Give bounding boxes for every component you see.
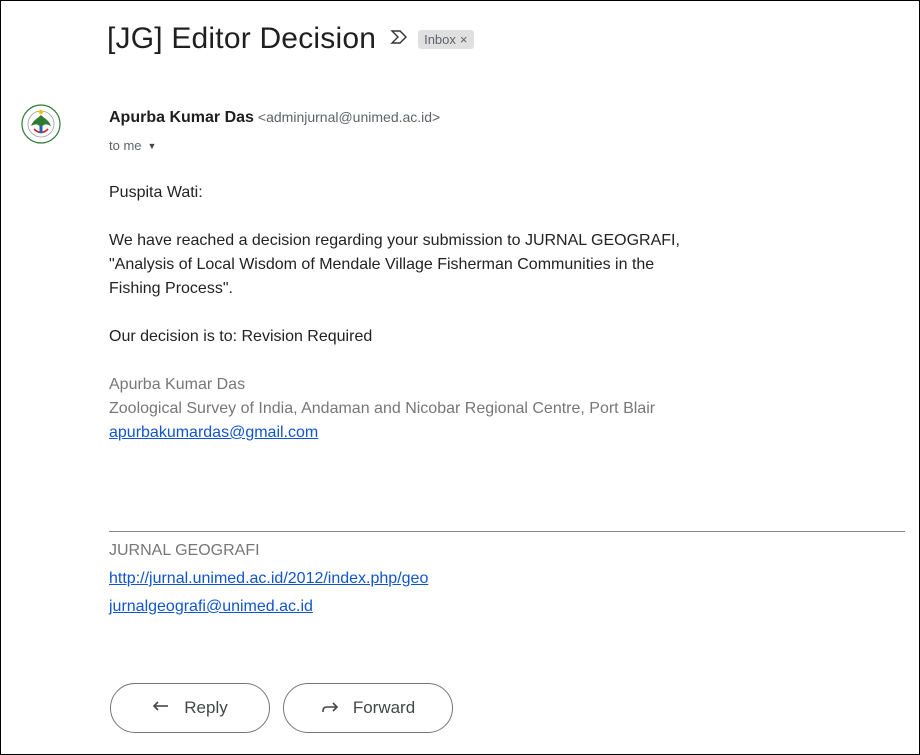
- email-body: Puspita Wati: We have reached a decision…: [109, 181, 869, 445]
- recipient-row[interactable]: to me ▼: [109, 138, 156, 153]
- inbox-label-chip[interactable]: Inbox ×: [418, 29, 474, 49]
- subject-row: [JG] Editor Decision Inbox ×: [107, 19, 474, 59]
- inbox-label-text: Inbox: [424, 31, 456, 47]
- decision-text: Our decision is to: Revision Required: [109, 328, 373, 345]
- recipient-text: to me: [109, 138, 142, 153]
- forward-arrow-icon: [321, 697, 339, 720]
- forward-button[interactable]: Forward: [283, 683, 453, 733]
- email-view: [JG] Editor Decision Inbox × Apurba Kuma…: [0, 0, 920, 755]
- greeting: Puspita Wati:: [109, 184, 203, 201]
- sender-email: <adminjurnal@unimed.ac.id>: [257, 109, 441, 125]
- remove-label-icon[interactable]: ×: [460, 32, 468, 47]
- sender-row: Apurba Kumar Das <adminjurnal@unimed.ac.…: [109, 109, 440, 127]
- university-seal-icon: [21, 104, 61, 144]
- paragraph-line: We have reached a decision regarding you…: [109, 232, 680, 249]
- reply-label: Reply: [184, 698, 228, 717]
- email-subject: [JG] Editor Decision: [107, 22, 377, 55]
- signature-email-link[interactable]: apurbakumardas@gmail.com: [109, 424, 318, 441]
- journal-email-link[interactable]: jurnalgeografi@unimed.ac.id: [109, 598, 313, 615]
- signature-affiliation: Zoological Survey of India, Andaman and …: [109, 400, 656, 417]
- reply-arrow-icon: [152, 697, 170, 720]
- avatar[interactable]: [21, 104, 61, 144]
- paragraph-line: Fishing Process".: [109, 280, 233, 297]
- decision-paragraph: We have reached a decision regarding you…: [109, 229, 869, 301]
- sender-name[interactable]: Apurba Kumar Das: [109, 109, 254, 127]
- recipient-details-dropdown-icon[interactable]: ▼: [148, 141, 157, 151]
- journal-url-link[interactable]: http://jurnal.unimed.ac.id/2012/index.ph…: [109, 570, 428, 587]
- importance-marker-icon[interactable]: [390, 29, 408, 49]
- importance-arrow-icon: [390, 30, 408, 44]
- journal-name: JURNAL GEOGRAFI: [109, 542, 260, 559]
- signature-divider: [109, 531, 905, 532]
- journal-footer: JURNAL GEOGRAFI http://jurnal.unimed.ac.…: [109, 537, 428, 621]
- reply-button[interactable]: Reply: [110, 683, 270, 733]
- forward-label: Forward: [352, 698, 416, 717]
- paragraph-line: "Analysis of Local Wisdom of Mendale Vil…: [109, 256, 655, 273]
- signature-name: Apurba Kumar Das: [109, 376, 246, 393]
- signature: Apurba Kumar Das Zoological Survey of In…: [109, 373, 869, 445]
